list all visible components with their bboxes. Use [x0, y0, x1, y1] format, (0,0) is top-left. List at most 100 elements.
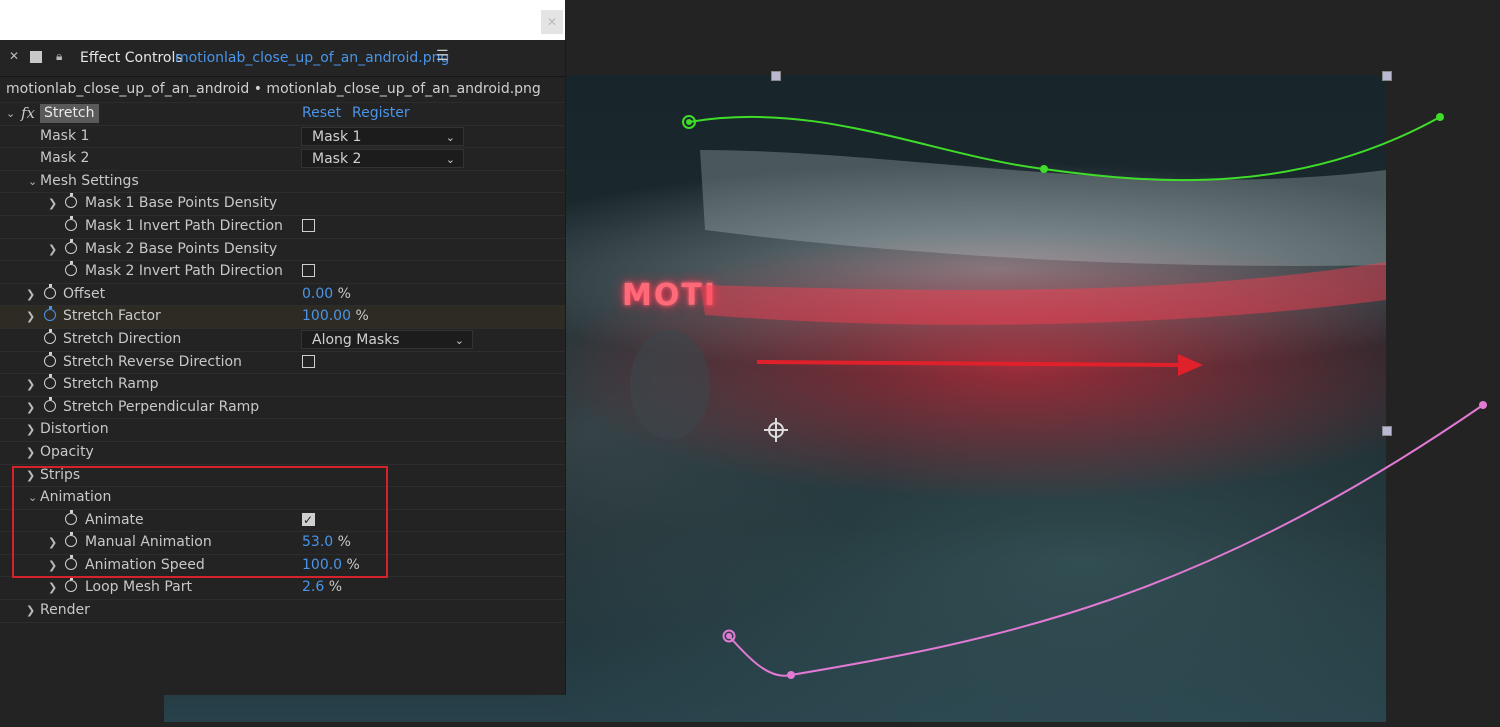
chevron-right-icon[interactable]: ❯: [26, 465, 35, 486]
stopwatch-icon[interactable]: [65, 554, 77, 570]
animate-checkbox[interactable]: [302, 510, 315, 531]
value-number[interactable]: 0.00: [302, 286, 333, 302]
param-row-stretch-factor: ❯ Stretch Factor 100.00 %: [0, 306, 565, 329]
chevron-down-icon[interactable]: ⌄: [6, 103, 15, 124]
stopwatch-icon[interactable]: [65, 193, 77, 209]
mask-2-end-vertex[interactable]: [1479, 401, 1487, 409]
stopwatch-icon[interactable]: [65, 509, 77, 525]
param-label: Mask 2 Invert Path Direction: [85, 263, 283, 280]
param-label: Mask 1 Base Points Density: [85, 195, 278, 212]
param-row-mask-2-density: ❯ Mask 2 Base Points Density: [0, 238, 565, 262]
value-unit: %: [355, 308, 369, 325]
stopwatch-icon[interactable]: [44, 306, 56, 322]
chevron-right-icon[interactable]: ❯: [26, 397, 35, 418]
group-row-animation[interactable]: ⌄ Animation: [0, 487, 565, 510]
stopwatch-icon[interactable]: [65, 577, 77, 593]
chevron-down-icon[interactable]: ⌄: [28, 487, 37, 508]
effect-name[interactable]: Stretch: [40, 104, 99, 123]
close-icon[interactable]: ✕: [541, 10, 563, 34]
stopwatch-icon[interactable]: [44, 351, 56, 367]
param-label: Mask 1 Invert Path Direction: [85, 217, 283, 234]
animation-speed-value[interactable]: 100.0 %: [302, 555, 360, 576]
stopwatch-icon[interactable]: [44, 396, 56, 412]
value-number[interactable]: 100.00: [302, 308, 351, 324]
close-icon[interactable]: ✕: [9, 49, 19, 63]
mask-1-dropdown[interactable]: Mask 1 ⌄: [301, 126, 464, 146]
chevron-down-icon[interactable]: ⌄: [28, 171, 37, 192]
transform-handle-top[interactable]: [771, 71, 781, 81]
reset-button[interactable]: Reset: [302, 103, 341, 124]
stopwatch-icon[interactable]: [65, 261, 77, 277]
group-row-strips[interactable]: ❯ Strips: [0, 465, 565, 488]
param-label: Manual Animation: [85, 534, 212, 551]
android-ear: [630, 330, 710, 440]
chevron-right-icon[interactable]: ❯: [48, 555, 57, 576]
stopwatch-icon[interactable]: [44, 283, 56, 299]
panel-square-icon[interactable]: [30, 51, 42, 63]
chevron-right-icon[interactable]: ❯: [26, 419, 35, 440]
param-row-stretch-direction: Stretch Direction Along Masks ⌄: [0, 328, 565, 352]
offset-value[interactable]: 0.00 %: [302, 284, 351, 305]
param-row-animation-speed: ❯ Animation Speed 100.0 %: [0, 554, 565, 578]
transform-handle-right[interactable]: [1382, 426, 1392, 436]
mask-1-invert-checkbox[interactable]: [302, 218, 315, 232]
chevron-right-icon[interactable]: ❯: [48, 193, 57, 214]
chevron-right-icon[interactable]: ❯: [26, 442, 35, 463]
param-label: Offset: [63, 285, 106, 302]
stopwatch-icon[interactable]: [65, 238, 77, 254]
fx-icon[interactable]: fx: [21, 103, 35, 124]
mask-2-invert-checkbox[interactable]: [302, 264, 315, 278]
param-row-mask-2: Mask 2 Mask 2 ⌄: [0, 148, 565, 171]
param-row-stretch-perp-ramp: ❯ Stretch Perpendicular Ramp: [0, 396, 565, 420]
value-number[interactable]: 2.6: [302, 579, 324, 595]
stretch-direction-dropdown[interactable]: Along Masks ⌄: [301, 329, 473, 349]
value-number[interactable]: 53.0: [302, 534, 333, 550]
stopwatch-icon[interactable]: [65, 215, 77, 231]
stopwatch-icon[interactable]: [44, 374, 56, 390]
panel-tab[interactable]: ✕ 🔒︎ Effect Controls motionlab_close_up_…: [0, 40, 565, 77]
chevron-right-icon[interactable]: ❯: [26, 284, 35, 305]
chevron-right-icon[interactable]: ❯: [26, 374, 35, 395]
stretch-factor-value[interactable]: 100.00 %: [302, 306, 369, 327]
param-label: Loop Mesh Part: [85, 579, 192, 596]
param-label: Animation Speed: [85, 556, 205, 573]
loop-mesh-part-value[interactable]: 2.6 %: [302, 577, 342, 598]
group-row-distortion[interactable]: ❯ Distortion: [0, 419, 565, 442]
mask-1-vertex[interactable]: [1040, 165, 1048, 173]
chevron-right-icon[interactable]: ❯: [48, 239, 57, 260]
param-row-mask-1: Mask 1 Mask 1 ⌄: [0, 126, 565, 149]
param-label: Mask 2: [40, 150, 90, 167]
param-label: Animate: [85, 511, 144, 528]
layer-file-link[interactable]: motionlab_close_up_of_an_android.png: [175, 50, 449, 66]
hamburger-icon[interactable]: ☰: [436, 48, 449, 64]
chevron-right-icon[interactable]: ❯: [26, 600, 35, 621]
manual-animation-value[interactable]: 53.0 %: [302, 532, 351, 553]
stretch-reverse-checkbox[interactable]: [302, 354, 315, 368]
chevron-right-icon[interactable]: ❯: [48, 532, 57, 553]
anchor-point-icon[interactable]: [764, 418, 788, 442]
stopwatch-icon[interactable]: [44, 328, 56, 344]
dropdown-value: Along Masks: [312, 331, 400, 348]
lock-icon[interactable]: 🔒︎: [56, 49, 62, 64]
group-row-opacity[interactable]: ❯ Opacity: [0, 442, 565, 465]
param-row-manual-animation: ❯ Manual Animation 53.0 %: [0, 532, 565, 555]
register-button[interactable]: Register: [352, 103, 410, 124]
breadcrumb: motionlab_close_up_of_an_android • motio…: [0, 77, 565, 103]
chevron-right-icon[interactable]: ❯: [48, 577, 57, 598]
effect-header-row[interactable]: ⌄ fx Stretch Reset Register: [0, 103, 565, 126]
mask-2-vertex[interactable]: [787, 671, 795, 679]
value-unit: %: [337, 285, 351, 302]
value-number[interactable]: 100.0: [302, 557, 342, 573]
transform-handle-top-right[interactable]: [1382, 71, 1392, 81]
dropdown-value: Mask 2: [312, 151, 362, 168]
group-row-render[interactable]: ❯ Render: [0, 600, 565, 623]
param-label: Stretch Reverse Direction: [63, 353, 242, 370]
stopwatch-icon[interactable]: [65, 532, 77, 548]
group-row-mesh-settings[interactable]: ⌄ Mesh Settings: [0, 171, 565, 194]
mask-1-end-vertex[interactable]: [1436, 113, 1444, 121]
mask-2-dropdown[interactable]: Mask 2 ⌄: [301, 149, 464, 169]
mask-2-path[interactable]: [728, 404, 1484, 677]
dropdown-value: Mask 1: [312, 128, 362, 145]
effect-parameter-list: ⌄ fx Stretch Reset Register Mask 1 Mask …: [0, 103, 565, 623]
chevron-right-icon[interactable]: ❯: [26, 306, 35, 327]
